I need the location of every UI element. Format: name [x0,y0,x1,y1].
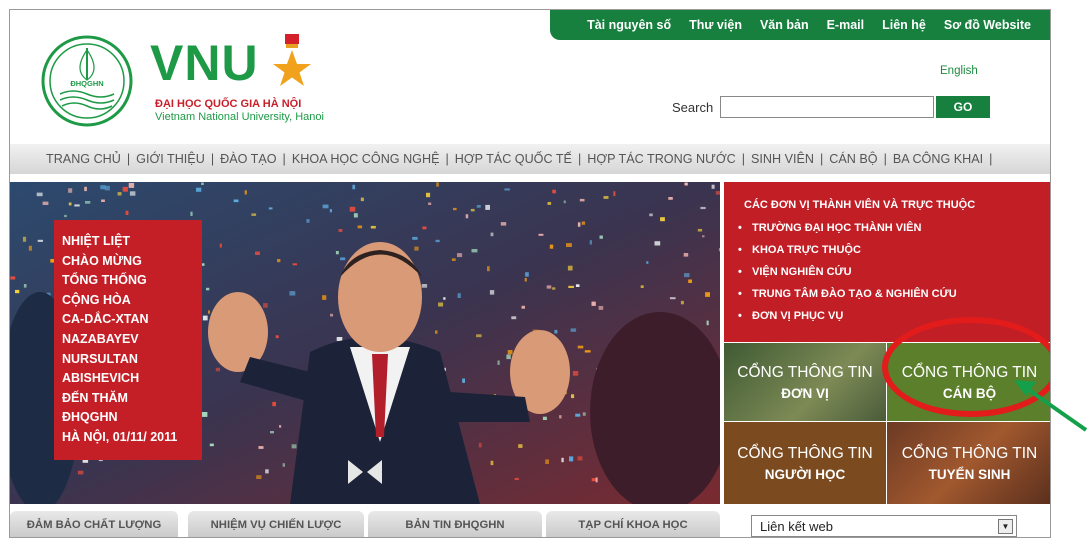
member-unit-link[interactable]: KHOA TRỰC THUỘC [738,239,1050,261]
menu-separator: | [883,152,887,166]
menu-separator: | [989,152,993,166]
tab-newsletter[interactable]: BẢN TIN ĐHQGHN [368,511,542,537]
menu-about[interactable]: GIỚI THIỆU [136,152,205,166]
menu-separator: | [126,152,131,166]
menu-separator: | [741,152,746,166]
topnav-contact[interactable]: Liên hệ [873,18,935,32]
tile-line2: NGƯỜI HỌC [764,466,846,482]
caption-line: HÀ NỘI, 01/11/ 2011 [62,429,178,444]
brand-wordmark: VNU [150,35,259,91]
topnav-documents[interactable]: Văn bản [751,18,818,32]
topnav-digital-resources[interactable]: Tài nguyên số [578,18,680,32]
tile-line1: CỔNG THÔNG TIN [901,444,1038,462]
english-language-link[interactable]: English [940,65,978,77]
caption-line: ABISHEVICH [62,371,140,386]
menu-separator: | [210,152,215,166]
search-label: Search [672,100,714,115]
menu-three-publicity[interactable]: BA CÔNG KHAI [893,152,983,166]
banner-caption-box: NHIỆT LIỆT CHÀO MỪNG TỔNG THỐNG CỘNG HÒA… [54,220,202,460]
hero-banner[interactable]: NHIỆT LIỆT CHÀO MỪNG TỔNG THỐNG CỘNG HÒA… [10,182,720,504]
menu-separator: | [445,152,449,166]
member-units-panel: CÁC ĐƠN VỊ THÀNH VIÊN VÀ TRỰC THUỘC TRƯỜ… [724,182,1050,342]
highlight-oval [882,317,1050,417]
tile-line1: CỔNG THÔNG TIN [737,363,873,381]
seal-text: ĐHQGHN [70,79,103,88]
main-menu: TRANG CHỦ | GIỚI THIỆU | ĐÀO TẠO | KHOA … [10,144,1050,174]
topnav-library[interactable]: Thư viện [680,18,751,32]
member-unit-link[interactable]: TRUNG TÂM ĐÀO TẠO & NGHIÊN CỨU [738,283,1050,305]
caption-line: ĐẾN THĂM [62,390,128,405]
menu-science-technology[interactable]: KHOA HỌC CÔNG NGHỆ [292,152,440,166]
vnu-seal-logo[interactable]: ĐHQGHN [40,34,134,128]
tile-line1: CỔNG THÔNG TIN [737,444,873,462]
caption-line: NAZABAYEV [62,331,139,346]
dropdown-arrow-icon[interactable]: ▼ [998,519,1013,534]
search-input[interactable] [720,96,934,118]
page-frame: Tài nguyên số Thư viện Văn bản E-mail Li… [9,9,1051,538]
member-unit-link[interactable]: VIỆN NGHIÊN CỨU [738,261,1050,283]
search-go-button[interactable]: GO [936,96,990,118]
portal-tile-learners[interactable]: CỔNG THÔNG TIN NGƯỜI HỌC [724,422,886,504]
topnav-sitemap[interactable]: Sơ đồ Website [935,18,1040,32]
university-name-vietnamese: ĐẠI HỌC QUỐC GIA HÀ NỘI [155,98,302,110]
menu-staff[interactable]: CÁN BỘ [829,152,877,166]
tile-line2: ĐƠN VỊ [781,385,829,401]
menu-separator: | [820,152,824,166]
web-links-select[interactable]: Liên kết web ▼ [751,515,1017,537]
caption-line: TỔNG THỐNG [62,273,147,288]
tab-strategic-tasks[interactable]: NHIỆM VỤ CHIẾN LƯỢC [188,511,364,537]
menu-students[interactable]: SINH VIÊN [751,152,814,166]
menu-separator: | [577,152,582,166]
caption-line: CỘNG HÒA [62,292,131,307]
menu-international-cooperation[interactable]: HỢP TÁC QUỐC TẾ [455,152,572,166]
top-nav: Tài nguyên số Thư viện Văn bản E-mail Li… [550,10,1050,40]
caption-line: CA-DẮC-XTAN [62,312,149,327]
university-name-english: Vietnam National University, Hanoi [155,111,324,123]
portal-tile-units[interactable]: CỔNG THÔNG TIN ĐƠN VỊ [724,343,886,421]
caption-line: ĐHQGHN [62,410,118,425]
caption-line: NHIỆT LIỆT [62,234,131,248]
menu-home[interactable]: TRANG CHỦ [46,152,121,166]
caption-line: CHÀO MỪNG [62,253,142,268]
tab-science-journal[interactable]: TẠP CHÍ KHOA HỌC [546,511,720,537]
member-units-title[interactable]: CÁC ĐƠN VỊ THÀNH VIÊN VÀ TRỰC THUỘC [744,199,1050,211]
menu-training[interactable]: ĐÀO TẠO [220,152,276,166]
tile-line2: TUYỂN SINH [928,466,1011,482]
tab-quality-assurance[interactable]: ĐẢM BẢO CHẤT LƯỢNG [10,511,178,537]
member-unit-link[interactable]: TRƯỜNG ĐẠI HỌC THÀNH VIÊN [738,217,1050,239]
menu-separator: | [282,152,286,166]
select-value: Liên kết web [760,518,833,534]
portal-tile-admissions[interactable]: CỔNG THÔNG TIN TUYỂN SINH [887,422,1050,504]
menu-domestic-cooperation[interactable]: HỢP TÁC TRONG NƯỚC [587,152,736,166]
medal-star-icon [273,34,311,86]
topnav-email[interactable]: E-mail [818,18,874,32]
caption-line: NURSULTAN [62,351,138,366]
